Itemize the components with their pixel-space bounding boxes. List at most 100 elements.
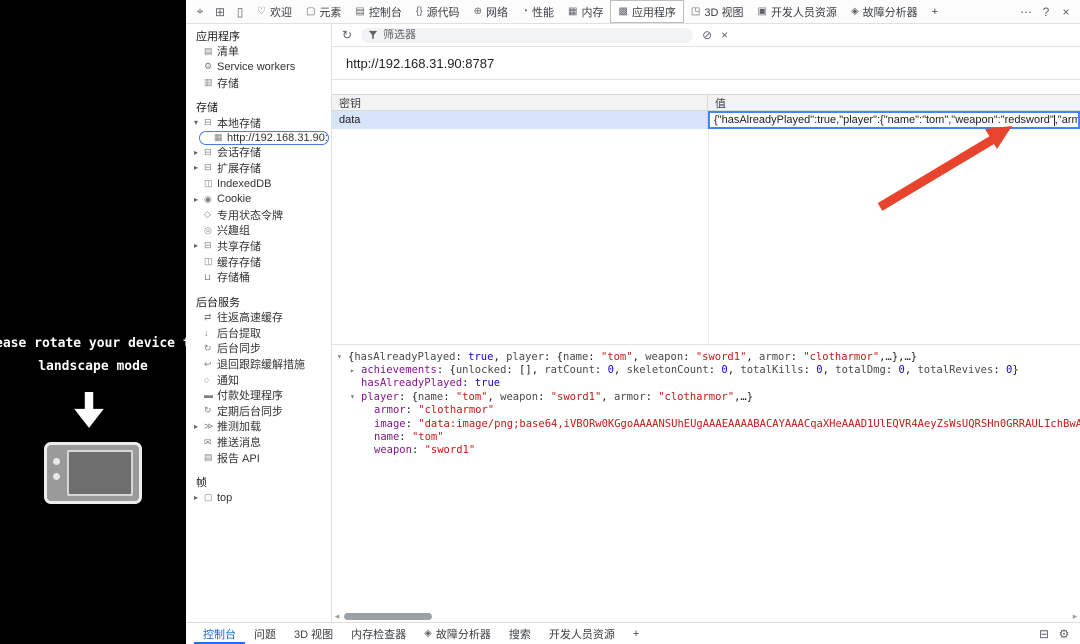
horizontal-scrollbar[interactable]: ◂ ▸: [332, 612, 1080, 621]
json-tree-row[interactable]: ▾ {hasAlreadyPlayed: true, player: {name…: [332, 350, 1080, 363]
drawer-tab-more[interactable]: +: [624, 623, 648, 644]
expander-icon: ▸: [194, 195, 204, 204]
sidebar-item-bounce-tracking-mitigations[interactable]: ↩ 退回跟踪缓解措施: [186, 356, 331, 372]
item-icon: ↓: [204, 328, 217, 338]
filter-box[interactable]: [361, 28, 693, 43]
sidebar-item-notifications[interactable]: ○ 通知: [186, 372, 331, 388]
drawer-tab-3d-view[interactable]: 3D 视图: [285, 623, 342, 644]
table-row[interactable]: data {"hasAlreadyPlayed":true,"player":{…: [332, 111, 1080, 129]
help-icon[interactable]: ?: [1036, 5, 1056, 19]
section-frames[interactable]: 帧: [186, 474, 331, 490]
settings-icon[interactable]: ⚙: [1054, 627, 1074, 641]
json-tree-row[interactable]: ▸ achievements: {unlocked: [], ratCount:…: [332, 363, 1080, 376]
key-cell[interactable]: data: [332, 111, 708, 129]
tab-application[interactable]: ▩ 应用程序: [610, 0, 683, 23]
sidebar-item-cookies[interactable]: ▸ ◉ Cookie: [186, 191, 331, 207]
tab-icon: ⊕: [474, 6, 482, 17]
tab-crash-analyzer[interactable]: ◈ 故障分析器: [844, 0, 925, 23]
scroll-right-icon[interactable]: ▸: [1070, 611, 1080, 622]
json-tree-row[interactable]: hasAlreadyPlayed: true: [332, 377, 1080, 390]
json-tree-row[interactable]: armor: "clotharmor": [332, 404, 1080, 417]
tab-welcome[interactable]: ♡ 欢迎: [250, 0, 299, 23]
sidebar-item-shared-storage[interactable]: ▸ ⊟ 共享存储: [186, 238, 331, 254]
json-tree-row[interactable]: ▾ player: {name: "tom", weapon: "sword1"…: [332, 390, 1080, 403]
sidebar-item-origin[interactable]: ▦ http://192.168.31.90:8…: [199, 131, 329, 145]
sidebar-item-push-messaging[interactable]: ✉ 推送消息: [186, 434, 331, 450]
delete-selected-icon[interactable]: ×: [721, 28, 728, 42]
drawer-tab-crash-analyzer[interactable]: ◈ 故障分析器: [415, 623, 500, 644]
refresh-icon[interactable]: ↻: [342, 28, 352, 42]
json-tree-row[interactable]: weapon: "sword1": [332, 444, 1080, 457]
drawer-tab-console[interactable]: 控制台: [194, 623, 245, 644]
expander-icon[interactable]: ▸: [350, 366, 361, 375]
drawer-tab-developer-resources[interactable]: 开发人员资源: [540, 623, 624, 644]
tab-more[interactable]: +: [925, 0, 945, 23]
sidebar-item-background-fetch[interactable]: ↓ 后台提取: [186, 325, 331, 341]
item-label: 推送消息: [217, 434, 261, 450]
device-toolbar-icon[interactable]: ⊞: [210, 5, 230, 19]
dock-panel-icon[interactable]: ▯: [230, 5, 250, 19]
sidebar-item-private-state-tokens[interactable]: ◇ 专用状态令牌: [186, 207, 331, 223]
item-icon: ◇: [204, 209, 217, 220]
sidebar-item-back-forward-cache[interactable]: ⇄ 往返高速缓存: [186, 310, 331, 326]
tab-icon: ◳: [691, 6, 700, 17]
json-tree-row[interactable]: image: "data:image/png;base64,iVBORw0KGg…: [332, 417, 1080, 430]
tab-developer-resources[interactable]: ▣ 开发人员资源: [750, 0, 843, 23]
value-cell-editing[interactable]: {"hasAlreadyPlayed":true,"player":{"name…: [708, 111, 1080, 129]
sidebar-item-indexeddb[interactable]: ◫ IndexedDB: [186, 176, 331, 192]
scrollbar-thumb[interactable]: [344, 613, 432, 620]
sidebar-item-storage[interactable]: ▥ 存储: [186, 75, 331, 91]
tab-label: 3D 视图: [704, 4, 743, 20]
drawer-tab-label: 开发人员资源: [549, 626, 615, 642]
sidebar-item-manifest[interactable]: ▤ 清单: [186, 44, 331, 60]
sidebar-item-local-storage[interactable]: ▾ ⊟ 本地存储: [186, 115, 331, 131]
item-icon: ◎: [204, 225, 217, 236]
key-column-header[interactable]: 密钥: [332, 95, 708, 110]
item-label: 推测加载: [217, 419, 261, 435]
sidebar-item-session-storage[interactable]: ▸ ⊟ 会话存储: [186, 145, 331, 161]
sidebar-item-background-sync[interactable]: ↻ 后台同步: [186, 341, 331, 357]
tab-performance[interactable]: ◔ 性能: [515, 0, 561, 23]
tab-elements[interactable]: ▢ 元素: [299, 0, 348, 23]
origin-url: http://192.168.31.90:8787: [346, 56, 494, 71]
tab-network[interactable]: ⊕ 网络: [467, 0, 515, 23]
inspect-icon[interactable]: ⌖: [190, 4, 210, 19]
expander-icon[interactable]: ▾: [337, 352, 348, 361]
sidebar-item-storage-buckets[interactable]: ⊔ 存储桶: [186, 269, 331, 285]
section-storage[interactable]: 存储: [186, 99, 331, 115]
drawer-tab-label: 问题: [254, 626, 276, 642]
panel-tabs: ♡ 欢迎 ▢ 元素 ▤ 控制台 {} 源代码: [250, 0, 945, 23]
tab-memory[interactable]: ▦ 内存: [561, 0, 610, 23]
drawer-tab-memory-inspector[interactable]: 内存检查器: [342, 623, 415, 644]
value-column-header[interactable]: 值: [708, 95, 1080, 110]
tab-console[interactable]: ▤ 控制台: [348, 0, 408, 23]
sidebar-item-periodic-background-sync[interactable]: ↻ 定期后台同步: [186, 403, 331, 419]
drawer-tab-search[interactable]: 搜索: [500, 623, 540, 644]
json-tokens: armor: "clotharmor": [374, 404, 494, 416]
sidebar-item-reporting-api[interactable]: ▤ 报告 API: [186, 450, 331, 466]
section-background-services[interactable]: 后台服务: [186, 294, 331, 310]
tab-3d-view[interactable]: ◳ 3D 视图: [684, 0, 751, 23]
json-tree-row[interactable]: name: "tom": [332, 430, 1080, 443]
scroll-left-icon[interactable]: ◂: [332, 611, 342, 622]
expander-icon: ▸: [194, 422, 204, 431]
drawer-tab-issues[interactable]: 问题: [245, 623, 285, 644]
filter-icon: [368, 30, 378, 40]
filter-input[interactable]: [383, 29, 686, 41]
tab-label: 元素: [319, 4, 341, 20]
tab-sources[interactable]: {} 源代码: [409, 0, 467, 23]
more-options-icon[interactable]: ⋯: [1016, 5, 1036, 19]
sidebar-item-payment-handler[interactable]: ▬ 付款处理程序: [186, 387, 331, 403]
sidebar-item-cache-storage[interactable]: ◫ 缓存存储: [186, 254, 331, 270]
sidebar-item-extension-storage[interactable]: ▸ ⊟ 扩展存储: [186, 160, 331, 176]
sidebar-item-speculative-loads[interactable]: ▸ ≫ 推测加载: [186, 419, 331, 435]
expander-icon[interactable]: ▾: [350, 392, 361, 401]
expander-icon: ▸: [194, 148, 204, 157]
dock-bottom-icon[interactable]: ⊟: [1034, 627, 1054, 641]
clear-all-icon[interactable]: ⊘: [702, 28, 712, 42]
sidebar-item-top-frame[interactable]: ▸ ▢ top: [186, 490, 331, 506]
close-devtools-icon[interactable]: ×: [1056, 5, 1076, 19]
section-application[interactable]: 应用程序: [186, 28, 331, 44]
sidebar-item-interest-groups[interactable]: ◎ 兴趣组: [186, 223, 331, 239]
sidebar-item-service-workers[interactable]: ⚙ Service workers: [186, 59, 331, 75]
